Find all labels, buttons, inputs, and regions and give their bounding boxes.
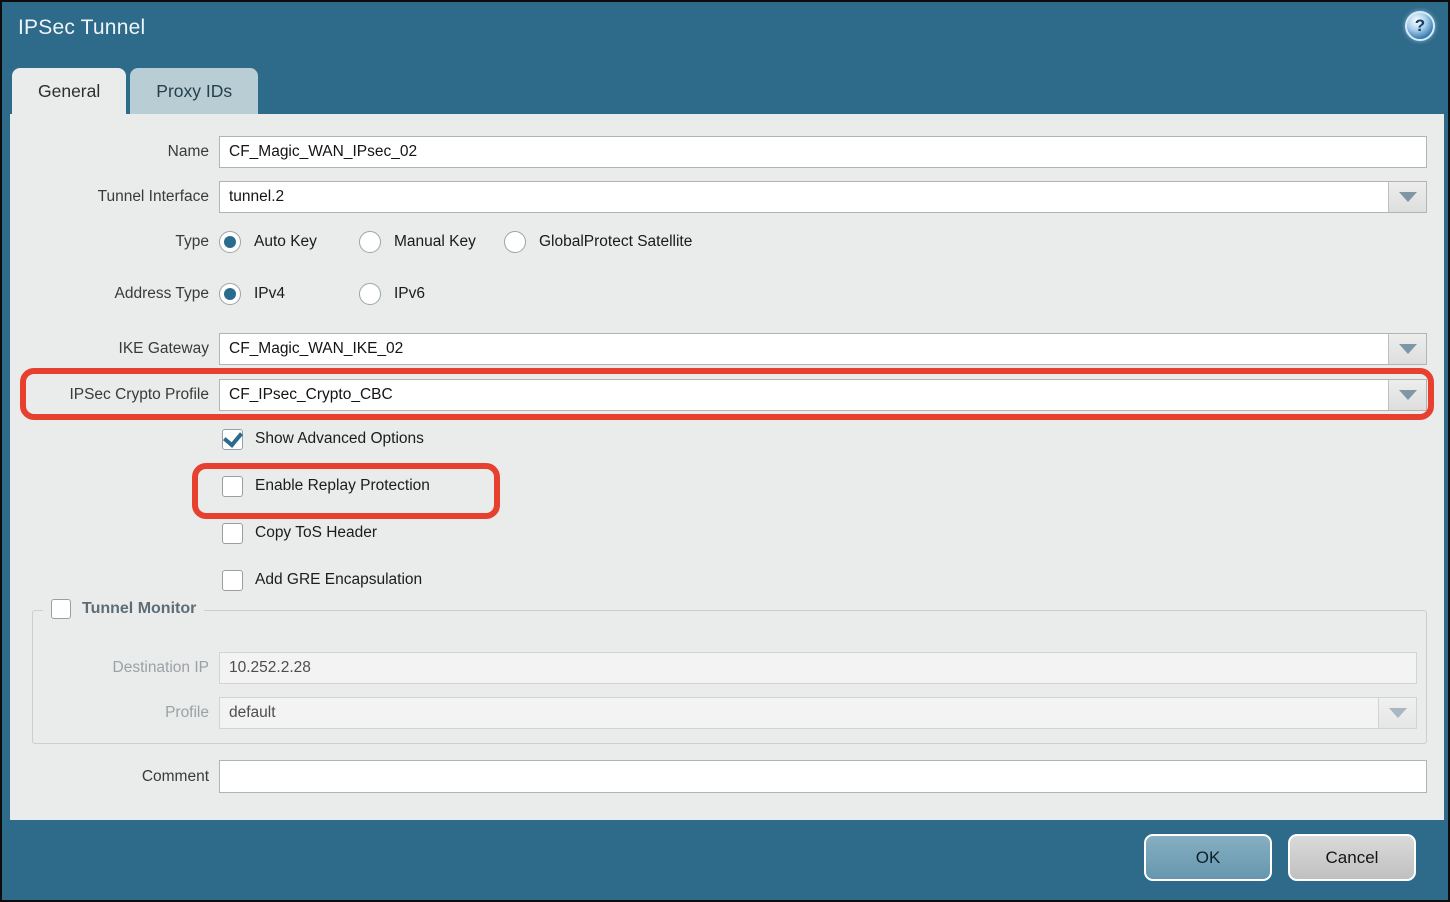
add-gre-encapsulation-row: Add GRE Encapsulation [222,568,422,592]
destination-ip-row: Destination IP [10,652,1444,684]
type-label: Type [10,233,219,251]
dialog-title: IPSec Tunnel [18,16,145,40]
name-label: Name [10,143,219,161]
comment-input[interactable] [219,760,1427,793]
type-row: Type Auto Key Manual Key GlobalProtect S… [10,228,1444,256]
type-option-manual-key: Manual Key [359,231,504,253]
type-option-auto-key: Auto Key [219,231,359,253]
ipsec-crypto-profile-value[interactable] [220,380,1388,410]
name-row: Name [10,136,1444,168]
ipv4-radio[interactable] [219,283,241,305]
chevron-down-icon [1399,344,1417,354]
tunnel-interface-dropdown-button[interactable] [1388,182,1426,212]
globalprotect-satellite-radio[interactable] [504,231,526,253]
ipsec-crypto-profile-label: IPSec Crypto Profile [10,386,219,404]
name-input[interactable] [219,136,1427,168]
tunnel-monitor-label: Tunnel Monitor [82,600,196,618]
profile-label: Profile [10,704,219,722]
chevron-down-icon [1399,192,1417,202]
auto-key-radio[interactable] [219,231,241,253]
address-type-label: Address Type [10,285,219,303]
enable-replay-protection-row: Enable Replay Protection [222,474,430,498]
ipsec-crypto-profile-select[interactable] [219,379,1427,411]
type-option-gp-satellite: GlobalProtect Satellite [504,231,692,253]
tunnel-monitor-legend: Tunnel Monitor [43,599,204,619]
general-tab-panel: Name Tunnel Interface Type Auto Key Manu… [10,114,1444,820]
ike-gateway-value[interactable] [220,334,1388,364]
comment-row: Comment [10,760,1444,793]
add-gre-encapsulation-checkbox[interactable] [222,570,243,591]
tunnel-interface-value[interactable] [220,182,1388,212]
manual-key-radio[interactable] [359,231,381,253]
auto-key-label: Auto Key [254,233,317,251]
chevron-down-icon [1399,390,1417,400]
enable-replay-protection-checkbox[interactable] [222,476,243,497]
profile-dropdown-button [1378,698,1416,728]
ipsec-crypto-profile-dropdown-button[interactable] [1388,380,1426,410]
help-icon[interactable]: ? [1405,11,1435,41]
ipsec-tunnel-dialog: IPSec Tunnel ? General Proxy IDs Name Tu… [0,0,1450,902]
copy-tos-header-row: Copy ToS Header [222,521,377,545]
ike-gateway-select[interactable] [219,333,1427,365]
profile-value [220,698,1378,728]
tunnel-monitor-checkbox[interactable] [51,599,71,619]
tab-bar: General Proxy IDs [12,68,258,114]
ipv6-label: IPv6 [394,285,425,303]
comment-label: Comment [10,768,219,786]
tunnel-interface-select[interactable] [219,181,1427,213]
ike-gateway-dropdown-button[interactable] [1388,334,1426,364]
show-advanced-options-checkbox[interactable] [222,429,243,450]
show-advanced-options-label: Show Advanced Options [255,430,424,448]
tab-general[interactable]: General [12,68,126,114]
enable-replay-protection-label: Enable Replay Protection [255,477,430,495]
address-type-option-ipv4: IPv4 [219,283,359,305]
profile-select [219,697,1417,729]
address-type-option-ipv6: IPv6 [359,283,425,305]
add-gre-encapsulation-label: Add GRE Encapsulation [255,571,422,589]
profile-row: Profile [10,697,1444,729]
ipv4-label: IPv4 [254,285,285,303]
ike-gateway-label: IKE Gateway [10,340,219,358]
chevron-down-icon [1389,708,1407,718]
show-advanced-options-row: Show Advanced Options [222,427,424,451]
address-type-row: Address Type IPv4 IPv6 [10,280,1444,308]
destination-ip-label: Destination IP [10,659,219,677]
ike-gateway-row: IKE Gateway [10,333,1444,365]
destination-ip-input [219,652,1417,684]
manual-key-label: Manual Key [394,233,476,251]
ok-button[interactable]: OK [1144,834,1272,881]
cancel-button[interactable]: Cancel [1288,834,1416,881]
ipv6-radio[interactable] [359,283,381,305]
tunnel-interface-row: Tunnel Interface [10,181,1444,213]
copy-tos-header-checkbox[interactable] [222,523,243,544]
tunnel-interface-label: Tunnel Interface [10,188,219,206]
tab-proxy-ids[interactable]: Proxy IDs [130,68,258,114]
ipsec-crypto-profile-row: IPSec Crypto Profile [10,379,1444,411]
globalprotect-satellite-label: GlobalProtect Satellite [539,233,692,251]
copy-tos-header-label: Copy ToS Header [255,524,377,542]
